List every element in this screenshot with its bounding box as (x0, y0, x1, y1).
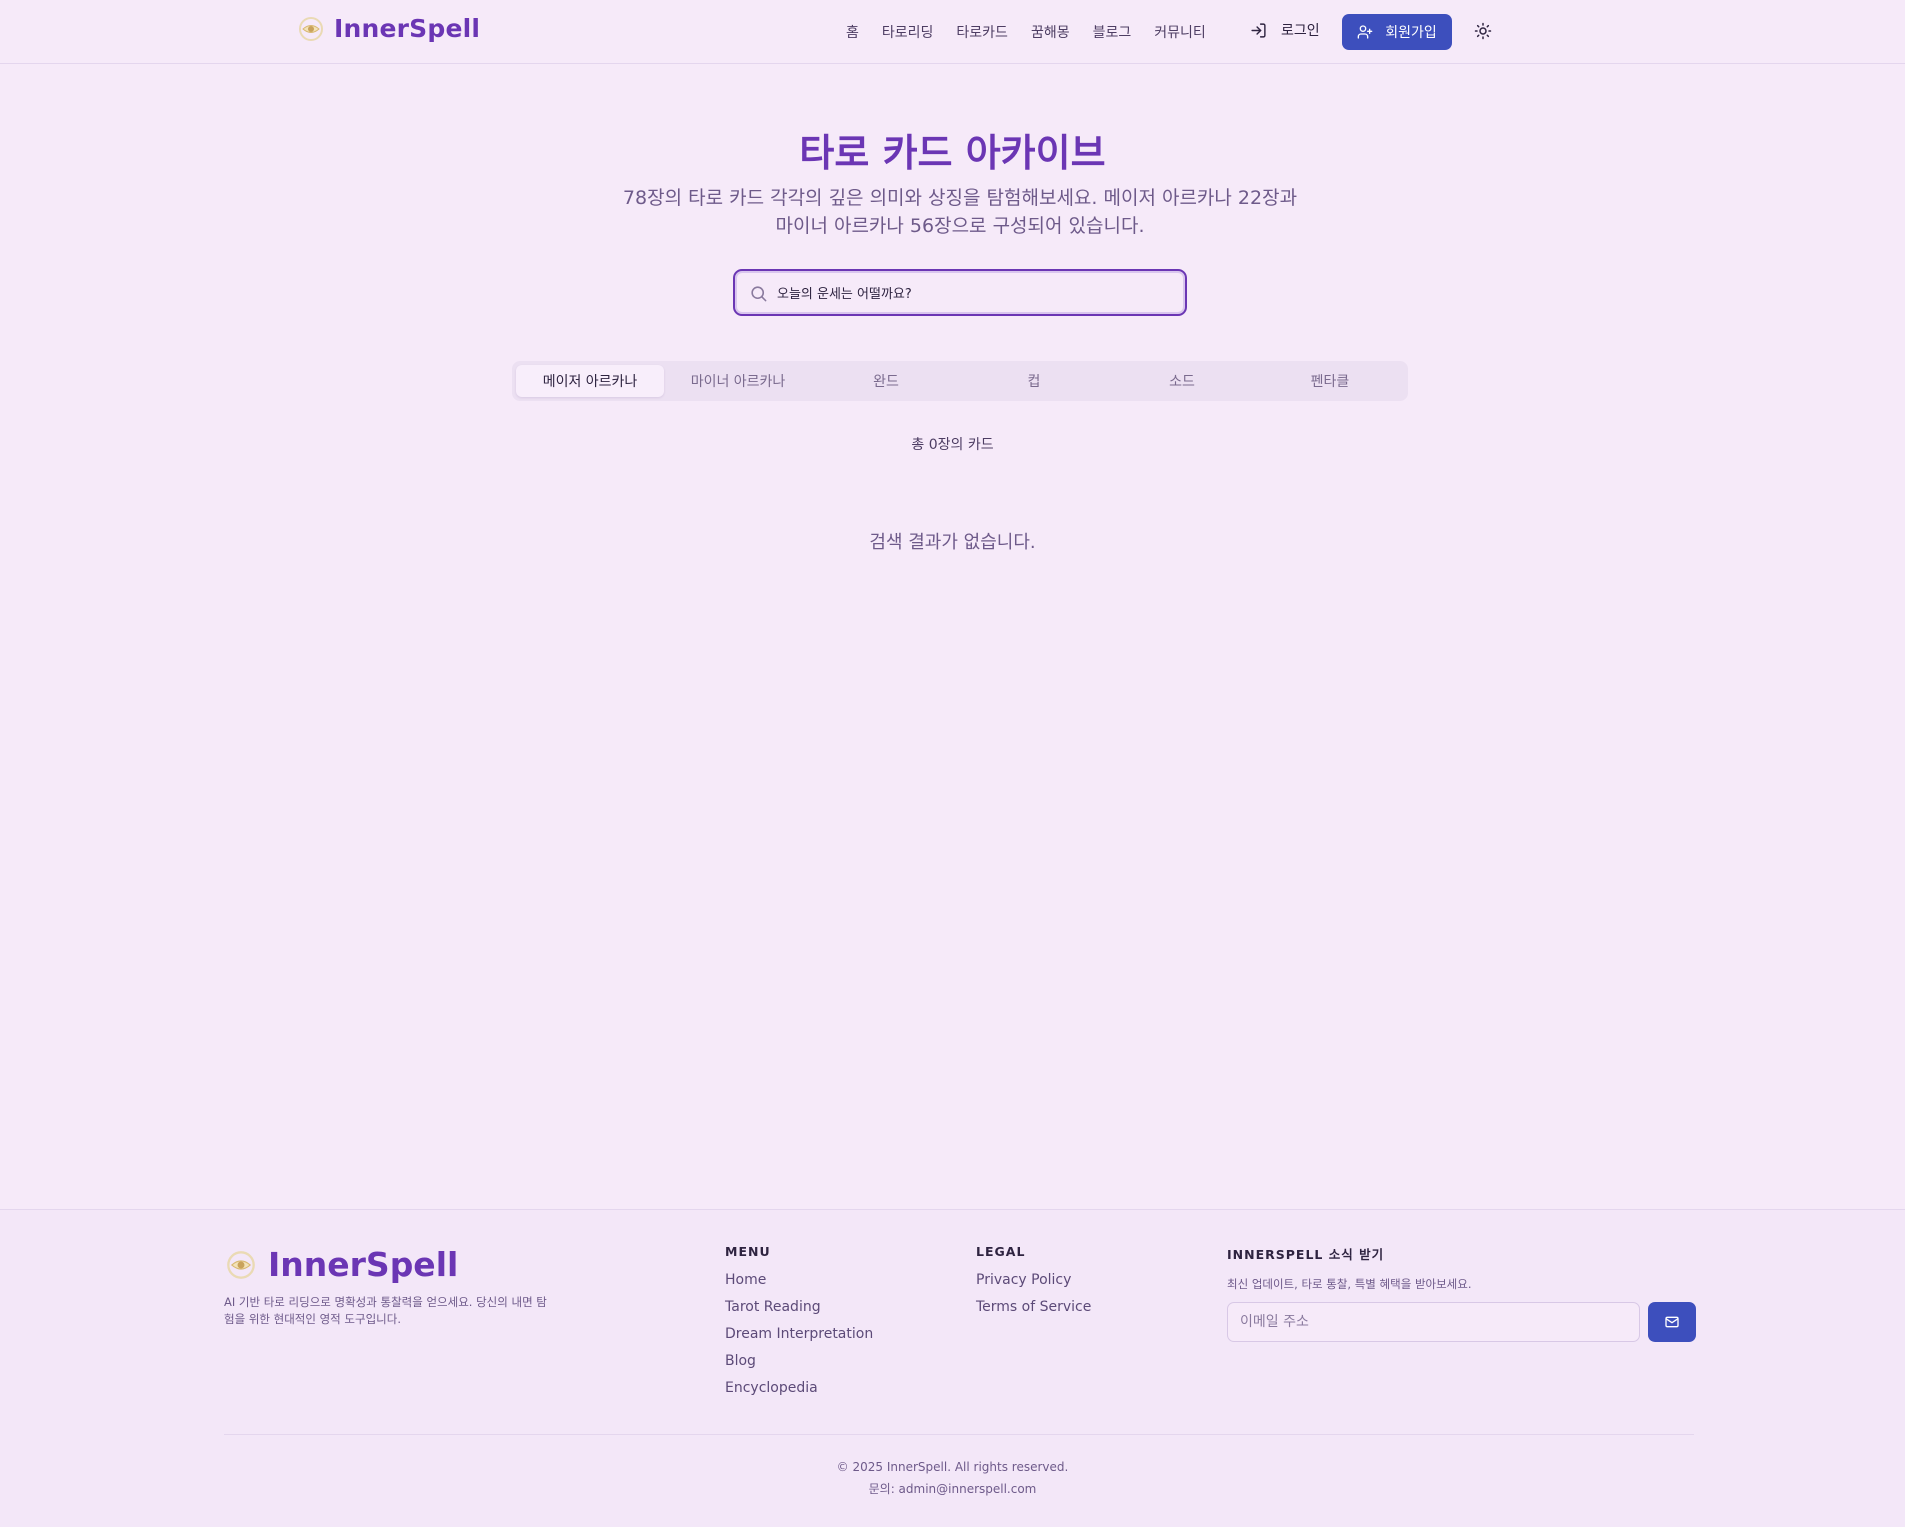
footer-link-tarot-reading[interactable]: Tarot Reading (725, 1299, 873, 1315)
footer-newsletter: INNERSPELL 소식 받기 최신 업데이트, 타로 통찰, 특별 혜택을 … (1227, 1244, 1472, 1307)
page-subtitle: 78장의 타로 카드 각각의 깊은 의미와 상징을 탐험해보세요. 메이저 아르… (622, 187, 1298, 237)
main-nav: 홈 타로리딩 타로카드 꿈해몽 블로그 커뮤니티 (846, 22, 1229, 42)
site-footer: InnerSpell AI 기반 타로 리딩으로 명확성과 통찰력을 얻으세요.… (0, 1209, 1905, 1527)
footer-legal: LEGAL Privacy Policy Terms of Service (976, 1244, 1091, 1326)
footer-legal-heading: LEGAL (976, 1244, 1026, 1259)
nav-item-blog[interactable]: 블로그 (1093, 22, 1132, 42)
footer-menu: MENU Home Tarot Reading Dream Interpreta… (725, 1244, 873, 1407)
footer-link-terms[interactable]: Terms of Service (976, 1299, 1091, 1315)
tab-pentacles[interactable]: 펜타클 (1256, 365, 1404, 397)
empty-results-message: 검색 결과가 없습니다. (869, 532, 1036, 553)
brand-name: InnerSpell (334, 14, 481, 43)
tab-swords[interactable]: 소드 (1108, 365, 1256, 397)
footer-brand-name: InnerSpell (268, 1245, 459, 1284)
footer-link-home[interactable]: Home (725, 1272, 873, 1288)
signup-button[interactable]: 회원가입 (1342, 14, 1452, 50)
site-header: InnerSpell 홈 타로리딩 타로카드 꿈해몽 블로그 커뮤니티 로그인 (0, 0, 1905, 64)
contact-email[interactable]: 문의: admin@innerspell.com (0, 1480, 1905, 1497)
footer-link-dream[interactable]: Dream Interpretation (725, 1326, 873, 1342)
footer-brand[interactable]: InnerSpell (226, 1245, 458, 1284)
eye-logo-icon (299, 16, 323, 41)
signup-label: 회원가입 (1385, 25, 1437, 41)
tab-wands[interactable]: 완드 (812, 365, 960, 397)
footer-link-privacy[interactable]: Privacy Policy (976, 1272, 1091, 1288)
search-input[interactable] (777, 279, 1177, 306)
page: InnerSpell 홈 타로리딩 타로카드 꿈해몽 블로그 커뮤니티 로그인 (0, 0, 1905, 1527)
nav-item-dream[interactable]: 꿈해몽 (1031, 22, 1070, 42)
search-box (733, 269, 1187, 316)
login-icon (1251, 22, 1266, 38)
tab-minor-arcana[interactable]: 마이너 아르카나 (664, 365, 812, 397)
user-plus-icon (1357, 25, 1373, 39)
tab-major-arcana[interactable]: 메이저 아르카나 (516, 365, 664, 397)
brand-logo[interactable]: InnerSpell (298, 14, 480, 43)
eye-logo-icon (227, 1250, 255, 1279)
card-count: 총 0장의 카드 (911, 437, 994, 453)
footer-divider (224, 1434, 1694, 1435)
newsletter-text: 최신 업데이트, 타로 통찰, 특별 혜택을 받아보세요. (1227, 1277, 1472, 1291)
footer-menu-heading: MENU (725, 1244, 771, 1259)
tab-cups[interactable]: 컵 (960, 365, 1108, 397)
search-icon (751, 286, 767, 302)
page-title: 타로 카드 아카이브 (799, 131, 1106, 175)
newsletter-submit-button[interactable] (1648, 1302, 1696, 1342)
nav-item-tarot-cards[interactable]: 타로카드 (956, 22, 1008, 42)
login-button[interactable]: 로그인 (1250, 20, 1320, 40)
mail-icon (1665, 1316, 1679, 1328)
newsletter-email-field[interactable] (1227, 1302, 1640, 1342)
footer-description: AI 기반 타로 리딩으로 명확성과 통찰력을 얻으세요. 당신의 내면 탐험을… (224, 1295, 547, 1326)
footer-link-blog[interactable]: Blog (725, 1353, 873, 1369)
nav-item-community[interactable]: 커뮤니티 (1154, 22, 1206, 42)
sun-icon[interactable] (1474, 22, 1492, 40)
login-label: 로그인 (1281, 23, 1320, 39)
card-category-tabs: 메이저 아르카나 마이너 아르카나 완드 컵 소드 펜타클 (512, 361, 1408, 401)
nav-item-tarot-reading[interactable]: 타로리딩 (882, 22, 934, 42)
footer-link-encyclopedia[interactable]: Encyclopedia (725, 1380, 873, 1396)
copyright-text: © 2025 InnerSpell. All rights reserved. (836, 1460, 1069, 1474)
nav-item-home[interactable]: 홈 (846, 22, 859, 42)
newsletter-heading: INNERSPELL 소식 받기 (1227, 1247, 1385, 1262)
